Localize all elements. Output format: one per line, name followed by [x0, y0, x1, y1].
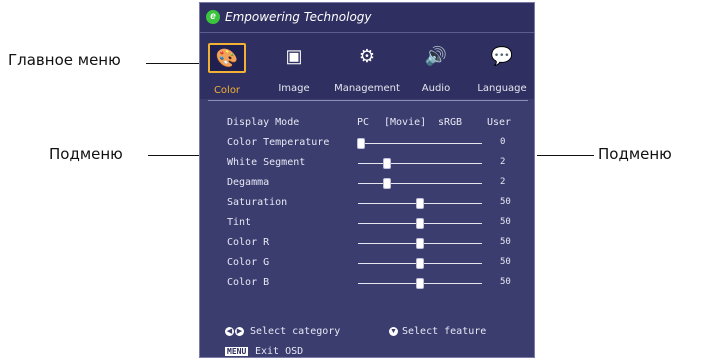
setting-label: Color G: [227, 257, 270, 268]
slider-knob[interactable]: [417, 239, 423, 248]
setting-row[interactable]: Saturation 50: [200, 194, 534, 214]
right-arrow-icon: ▶: [235, 327, 244, 336]
slider-track[interactable]: [358, 163, 482, 164]
audio-icon: 🔊: [424, 46, 448, 66]
setting-row[interactable]: White Segment 2: [200, 154, 534, 174]
setting-value: 50: [500, 257, 511, 267]
slider-knob[interactable]: [417, 219, 423, 228]
setting-value: 50: [500, 197, 511, 207]
tab-management[interactable]: ⚙ Management: [334, 33, 400, 99]
image-icon: ▣: [285, 46, 303, 66]
mode-option-srgb[interactable]: sRGB: [438, 117, 462, 128]
callout-main-menu: Главное меню: [8, 51, 121, 69]
setting-label: Tint: [227, 217, 252, 228]
tab-management-label: Management: [334, 83, 400, 94]
display-mode-label: Display Mode: [227, 117, 300, 128]
left-arrow-icon: ◀: [225, 327, 234, 336]
setting-row[interactable]: Color G 50: [200, 254, 534, 274]
setting-value: 2: [500, 177, 506, 187]
menu-key-icon: MENU: [225, 347, 249, 356]
setting-row[interactable]: Color R 50: [200, 234, 534, 254]
setting-row[interactable]: Tint 50: [200, 214, 534, 234]
osd-menu-window: e Empowering Technology 🎨 Color ▣ Image …: [199, 2, 535, 358]
select-category-hint: Select category: [250, 326, 341, 337]
tab-audio[interactable]: 🔊 Audio: [406, 33, 466, 99]
brand-bar: e Empowering Technology: [200, 3, 534, 33]
setting-label: Saturation: [227, 197, 288, 208]
slider-knob[interactable]: [417, 199, 423, 208]
setting-label: White Segment: [227, 157, 306, 168]
setting-value: 50: [500, 237, 511, 247]
menu-separator: [208, 100, 528, 101]
setting-value: 50: [500, 217, 511, 227]
setting-label: Color B: [227, 277, 270, 288]
slider-knob[interactable]: [383, 159, 390, 168]
slider-knob[interactable]: [383, 179, 390, 188]
callout-submenu-left: Подменю: [49, 145, 123, 163]
callout-line-submenu-right: [537, 155, 594, 156]
slider-track[interactable]: [358, 143, 482, 144]
tab-image-label: Image: [278, 83, 310, 94]
slider-knob[interactable]: [417, 259, 423, 268]
footer-hints: ◀ ▶ Select category ▼ Select feature MEN…: [200, 323, 534, 357]
setting-value: 50: [500, 277, 511, 287]
tab-image[interactable]: ▣ Image: [262, 33, 326, 99]
tab-language[interactable]: 💬 Language: [472, 33, 532, 99]
tab-color-label: Color: [213, 85, 241, 96]
setting-row[interactable]: Degamma 2: [200, 174, 534, 194]
management-icon: ⚙: [358, 46, 376, 66]
setting-label: Color R: [227, 237, 270, 248]
select-feature-hint: Select feature: [402, 326, 487, 337]
setting-value: 2: [500, 157, 506, 167]
language-icon: 💬: [490, 46, 514, 66]
setting-row[interactable]: Color B 50: [200, 274, 534, 294]
callout-submenu-right: Подменю: [598, 145, 672, 163]
brand-text: Empowering Technology: [225, 10, 372, 24]
tab-audio-label: Audio: [421, 83, 451, 94]
setting-value: 0: [500, 137, 506, 147]
main-menu: 🎨 Color ▣ Image ⚙ Management 🔊 Audio 💬 L…: [200, 33, 534, 99]
tab-color[interactable]: 🎨 Color: [204, 33, 250, 99]
mode-option-movie[interactable]: [Movie]: [384, 117, 426, 128]
exit-osd-hint: Exit OSD: [255, 346, 304, 357]
mode-option-pc[interactable]: PC: [357, 117, 369, 128]
color-icon: 🎨: [215, 48, 239, 68]
display-mode-row[interactable]: Display Mode PC [Movie] sRGB User: [200, 114, 534, 134]
tab-language-label: Language: [477, 83, 527, 94]
slider-track[interactable]: [358, 183, 482, 184]
setting-label: Degamma: [227, 177, 270, 188]
slider-knob[interactable]: [358, 139, 364, 148]
slider-knob[interactable]: [417, 279, 423, 288]
down-arrow-icon: ▼: [389, 327, 398, 336]
setting-row[interactable]: Color Temperature 0: [200, 134, 534, 154]
mode-option-user[interactable]: User: [487, 117, 511, 128]
setting-label: Color Temperature: [227, 137, 330, 148]
brand-logo-icon: e: [206, 10, 220, 24]
